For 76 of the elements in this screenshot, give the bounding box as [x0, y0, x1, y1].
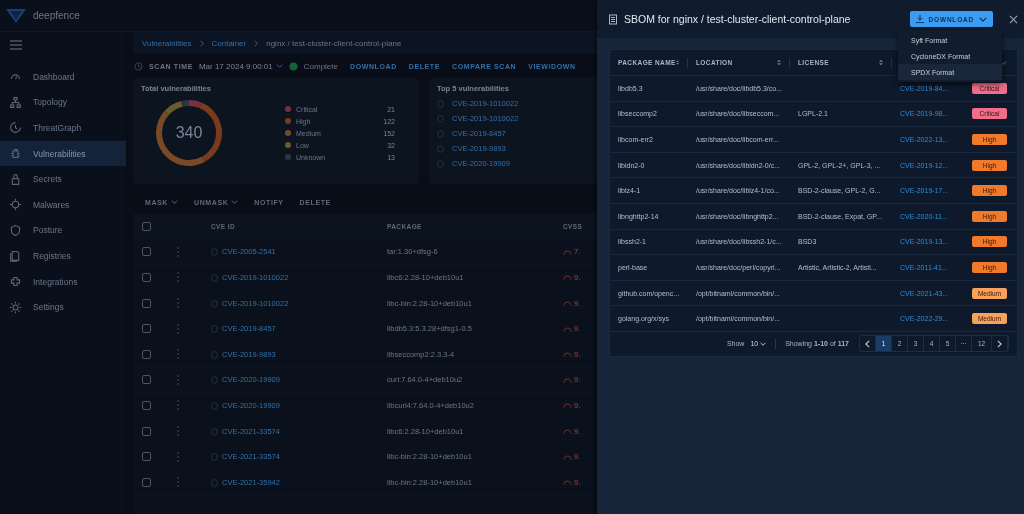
logo-text: deepfence — [33, 10, 80, 21]
chevron-down-icon — [231, 200, 239, 204]
settings-icon — [9, 300, 22, 314]
document-icon — [609, 13, 617, 25]
gauge-icon — [563, 402, 572, 409]
chevron-down-icon — [171, 200, 178, 204]
row-checkbox[interactable] — [142, 375, 151, 385]
row-checkbox[interactable] — [142, 452, 151, 462]
breadcrumb-link[interactable]: Container — [211, 38, 247, 48]
sidebar-item[interactable]: Integrations — [0, 268, 126, 295]
row-checkbox[interactable] — [142, 477, 151, 487]
hierarchy-icon — [9, 95, 22, 109]
breadcrumb-current: nginx / test-cluster-client-control-plane — [266, 38, 402, 48]
scan-status: Complete — [303, 61, 338, 71]
download-icon — [915, 15, 924, 23]
kebab-menu-icon[interactable] — [176, 272, 179, 283]
row-checkbox[interactable] — [142, 400, 151, 410]
kebab-menu-icon[interactable] — [176, 298, 179, 309]
sidebar-item[interactable]: Secrets — [0, 166, 126, 192]
row-checkbox[interactable] — [142, 426, 151, 436]
sort-icon[interactable] — [879, 59, 883, 66]
gauge-icon — [563, 376, 572, 383]
row-checkbox[interactable] — [142, 247, 151, 257]
kebab-menu-icon[interactable] — [176, 400, 179, 411]
logo-icon — [6, 8, 26, 23]
chevron-down-icon[interactable] — [1000, 60, 1007, 65]
scan-time-select[interactable]: Mar 17 2024 9:00:01 — [198, 61, 283, 71]
chevron-left-icon — [865, 339, 870, 348]
sidebar-item[interactable]: Malwares — [0, 191, 126, 218]
sidebar-item[interactable]: Settings — [0, 294, 126, 320]
gauge-icon — [563, 428, 572, 435]
gauge-icon — [563, 453, 572, 460]
menu-icon[interactable] — [10, 40, 22, 50]
sidebar-item[interactable]: Registries — [0, 243, 126, 269]
lock-icon — [9, 172, 22, 186]
row-checkbox[interactable] — [142, 273, 151, 282]
gauge-icon — [563, 300, 572, 307]
kebab-menu-icon[interactable] — [176, 374, 179, 385]
shield-icon — [9, 223, 22, 237]
sidebar-item[interactable]: Topology — [0, 89, 126, 116]
chevron-down-icon — [275, 64, 283, 68]
gauge-icon — [563, 325, 572, 332]
chevron-down-icon — [979, 16, 987, 22]
row-checkbox[interactable] — [142, 298, 151, 308]
sidebar-item[interactable]: Dashboard — [0, 64, 126, 90]
chevron-down-icon — [760, 342, 767, 347]
total-count: 340 — [174, 123, 204, 143]
gauge-icon — [563, 274, 572, 281]
gauge-icon — [563, 248, 572, 255]
chevron-right-icon — [997, 339, 1002, 348]
kebab-menu-icon[interactable] — [176, 477, 179, 488]
clock-icon — [9, 121, 22, 135]
sidebar-item[interactable]: Vulnerabilities — [0, 140, 126, 167]
sidebar-item[interactable]: ThreatGraph — [0, 115, 126, 141]
kebab-menu-icon[interactable] — [176, 323, 179, 334]
breadcrumb-link[interactable]: Vulnerabilities — [142, 38, 192, 48]
close-icon[interactable] — [1009, 14, 1018, 24]
select-all-checkbox[interactable] — [142, 221, 151, 231]
chevron-right-icon — [254, 39, 259, 47]
clock-icon — [134, 61, 143, 71]
kebab-menu-icon[interactable] — [176, 246, 179, 257]
drawer-title: SBOM for nginx / test-cluster-client-control-plane — [624, 13, 852, 25]
chevron-right-icon — [199, 39, 204, 47]
sidebar-item[interactable]: Posture — [0, 217, 126, 244]
row-checkbox[interactable] — [142, 324, 151, 334]
gauge-icon — [563, 479, 572, 486]
check-circle-icon — [288, 61, 298, 71]
puzzle-icon — [9, 275, 22, 289]
sort-icon[interactable] — [675, 59, 679, 66]
row-checkbox[interactable] — [142, 349, 151, 359]
kebab-menu-icon[interactable] — [176, 426, 179, 437]
sort-icon[interactable] — [777, 59, 781, 66]
gauge-icon — [563, 351, 572, 358]
kebab-menu-icon[interactable] — [176, 349, 179, 360]
kebab-menu-icon[interactable] — [176, 451, 179, 462]
documents-icon — [9, 249, 22, 263]
